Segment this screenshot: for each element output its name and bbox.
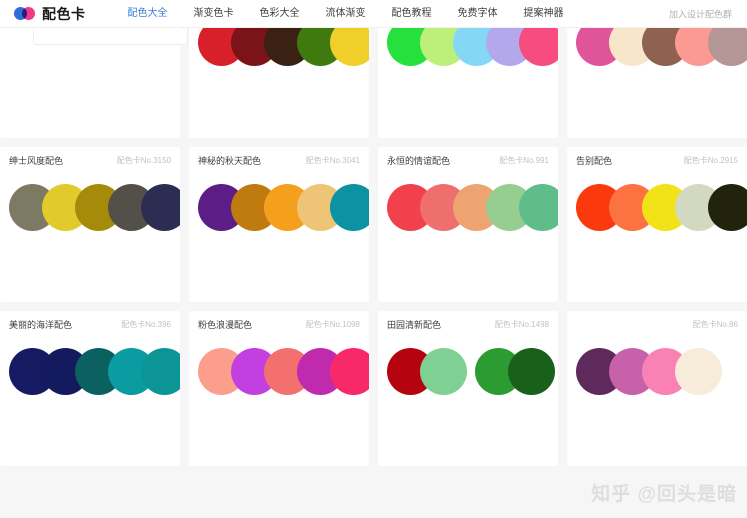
palette-card-header: 配色卡No.86 bbox=[567, 311, 747, 337]
palette-card[interactable]: 粉色浪漫配色 配色卡No.1098 bbox=[189, 311, 369, 466]
palette-swatch-list bbox=[378, 28, 558, 77]
color-swatch[interactable] bbox=[330, 348, 369, 395]
join-group-link[interactable]: 加入设计配色群 bbox=[669, 7, 747, 20]
nav-item-4[interactable]: 配色教程 bbox=[392, 9, 432, 19]
palette-card-title: 粉色浪漫配色 bbox=[198, 318, 252, 331]
palette-card-header: 粉色浪漫配色 配色卡No.1098 bbox=[189, 311, 369, 337]
palette-swatch-list bbox=[189, 173, 369, 241]
palette-card-header: 神秘的秋天配色 配色卡No.3041 bbox=[189, 147, 369, 173]
palette-card-title: 田园清新配色 bbox=[387, 318, 441, 331]
color-swatch[interactable] bbox=[141, 348, 180, 395]
palette-card[interactable]: 永恒的情谊配色 配色卡No.991 bbox=[378, 147, 558, 302]
color-swatch[interactable] bbox=[708, 184, 747, 231]
palette-card[interactable]: 田园清新配色 配色卡No.1498 bbox=[378, 311, 558, 466]
watermark: 知乎 @回头是暗 bbox=[591, 479, 737, 506]
brand[interactable]: 配色卡 bbox=[14, 4, 86, 24]
palette-card-header: 美丽的海洋配色 配色卡No.396 bbox=[0, 311, 180, 337]
palette-swatch-list bbox=[0, 173, 180, 241]
nav-item-1[interactable]: 渐变色卡 bbox=[194, 9, 234, 19]
nav-item-0[interactable]: 配色大全 bbox=[128, 9, 168, 19]
palette-swatch-list bbox=[189, 337, 369, 405]
palette-card[interactable] bbox=[378, 28, 558, 138]
palette-card-number: 配色卡No.991 bbox=[499, 155, 549, 166]
palette-card[interactable] bbox=[567, 28, 747, 138]
color-swatch[interactable] bbox=[420, 348, 467, 395]
palette-card-number: 配色卡No.3041 bbox=[306, 155, 360, 166]
nav-item-5[interactable]: 免费字体 bbox=[458, 9, 498, 19]
palette-card-header: 永恒的情谊配色 配色卡No.991 bbox=[378, 147, 558, 173]
palette-card-header: 告别配色 配色卡No.2915 bbox=[567, 147, 747, 173]
palette-card-header bbox=[189, 77, 369, 103]
palette-card-title: 告别配色 bbox=[576, 154, 612, 167]
palette-card[interactable] bbox=[189, 28, 369, 138]
palette-card-header: 田园清新配色 配色卡No.1498 bbox=[378, 311, 558, 337]
palette-swatch-list bbox=[378, 173, 558, 241]
palette-card-header: 绅士风度配色 配色卡No.3150 bbox=[0, 147, 180, 173]
palette-swatch-list bbox=[378, 337, 558, 405]
nav-item-3[interactable]: 流体渐变 bbox=[326, 9, 366, 19]
palette-card-title: 绅士风度配色 bbox=[9, 154, 63, 167]
palette-swatch-list bbox=[189, 28, 369, 77]
nav-item-6[interactable]: 提案神器 bbox=[524, 9, 564, 19]
palette-card[interactable]: 绅士风度配色 配色卡No.3150 bbox=[0, 147, 180, 302]
search-input[interactable] bbox=[33, 29, 188, 45]
palette-card-number: 配色卡No.1098 bbox=[306, 319, 360, 330]
palette-card-header bbox=[378, 77, 558, 103]
color-swatch[interactable] bbox=[330, 184, 369, 231]
palette-card-title: 美丽的海洋配色 bbox=[9, 318, 72, 331]
palette-card[interactable]: 美丽的海洋配色 配色卡No.396 bbox=[0, 311, 180, 466]
color-swatch[interactable] bbox=[141, 184, 180, 231]
main-nav: 配色大全 渐变色卡 色彩大全 流体渐变 配色教程 免费字体 提案神器 bbox=[128, 9, 564, 19]
color-swatch[interactable] bbox=[508, 348, 555, 395]
palette-card[interactable]: 配色卡No.86 bbox=[567, 311, 747, 466]
brand-title: 配色卡 bbox=[42, 4, 86, 24]
palette-card-number: 配色卡No.396 bbox=[121, 319, 171, 330]
palette-card-title: 神秘的秋天配色 bbox=[198, 154, 261, 167]
palette-row: 美丽的海洋配色 配色卡No.396 粉色浪漫配色 配色卡No.1098 田园清新配色 配色… bbox=[0, 311, 747, 466]
logo-icon bbox=[14, 7, 35, 20]
app-header: 配色卡 配色大全 渐变色卡 色彩大全 流体渐变 配色教程 免费字体 提案神器 加入设计配色群 bbox=[0, 0, 747, 28]
nav-item-2[interactable]: 色彩大全 bbox=[260, 9, 300, 19]
palette-card-header bbox=[567, 77, 747, 103]
palette-card-number: 配色卡No.86 bbox=[693, 319, 738, 330]
palette-card-number: 配色卡No.3150 bbox=[117, 155, 171, 166]
palette-card[interactable]: 告别配色 配色卡No.2915 bbox=[567, 147, 747, 302]
palette-swatch-list bbox=[567, 28, 747, 77]
palette-row: 绅士风度配色 配色卡No.3150 神秘的秋天配色 配色卡No.3041 永恒的情谊配色… bbox=[0, 147, 747, 302]
palette-card-header bbox=[0, 77, 180, 103]
palette-grid: 绅士风度配色 配色卡No.3150 神秘的秋天配色 配色卡No.3041 永恒的情谊配色… bbox=[0, 28, 747, 475]
palette-swatch-list bbox=[0, 337, 180, 405]
palette-card[interactable]: 神秘的秋天配色 配色卡No.3041 bbox=[189, 147, 369, 302]
palette-swatch-list bbox=[567, 337, 747, 405]
palette-swatch-list bbox=[567, 173, 747, 241]
palette-card-number: 配色卡No.1498 bbox=[495, 319, 549, 330]
palette-card-number: 配色卡No.2915 bbox=[684, 155, 738, 166]
palette-card-title: 永恒的情谊配色 bbox=[387, 154, 450, 167]
color-swatch[interactable] bbox=[519, 184, 558, 231]
color-swatch[interactable] bbox=[675, 348, 722, 395]
